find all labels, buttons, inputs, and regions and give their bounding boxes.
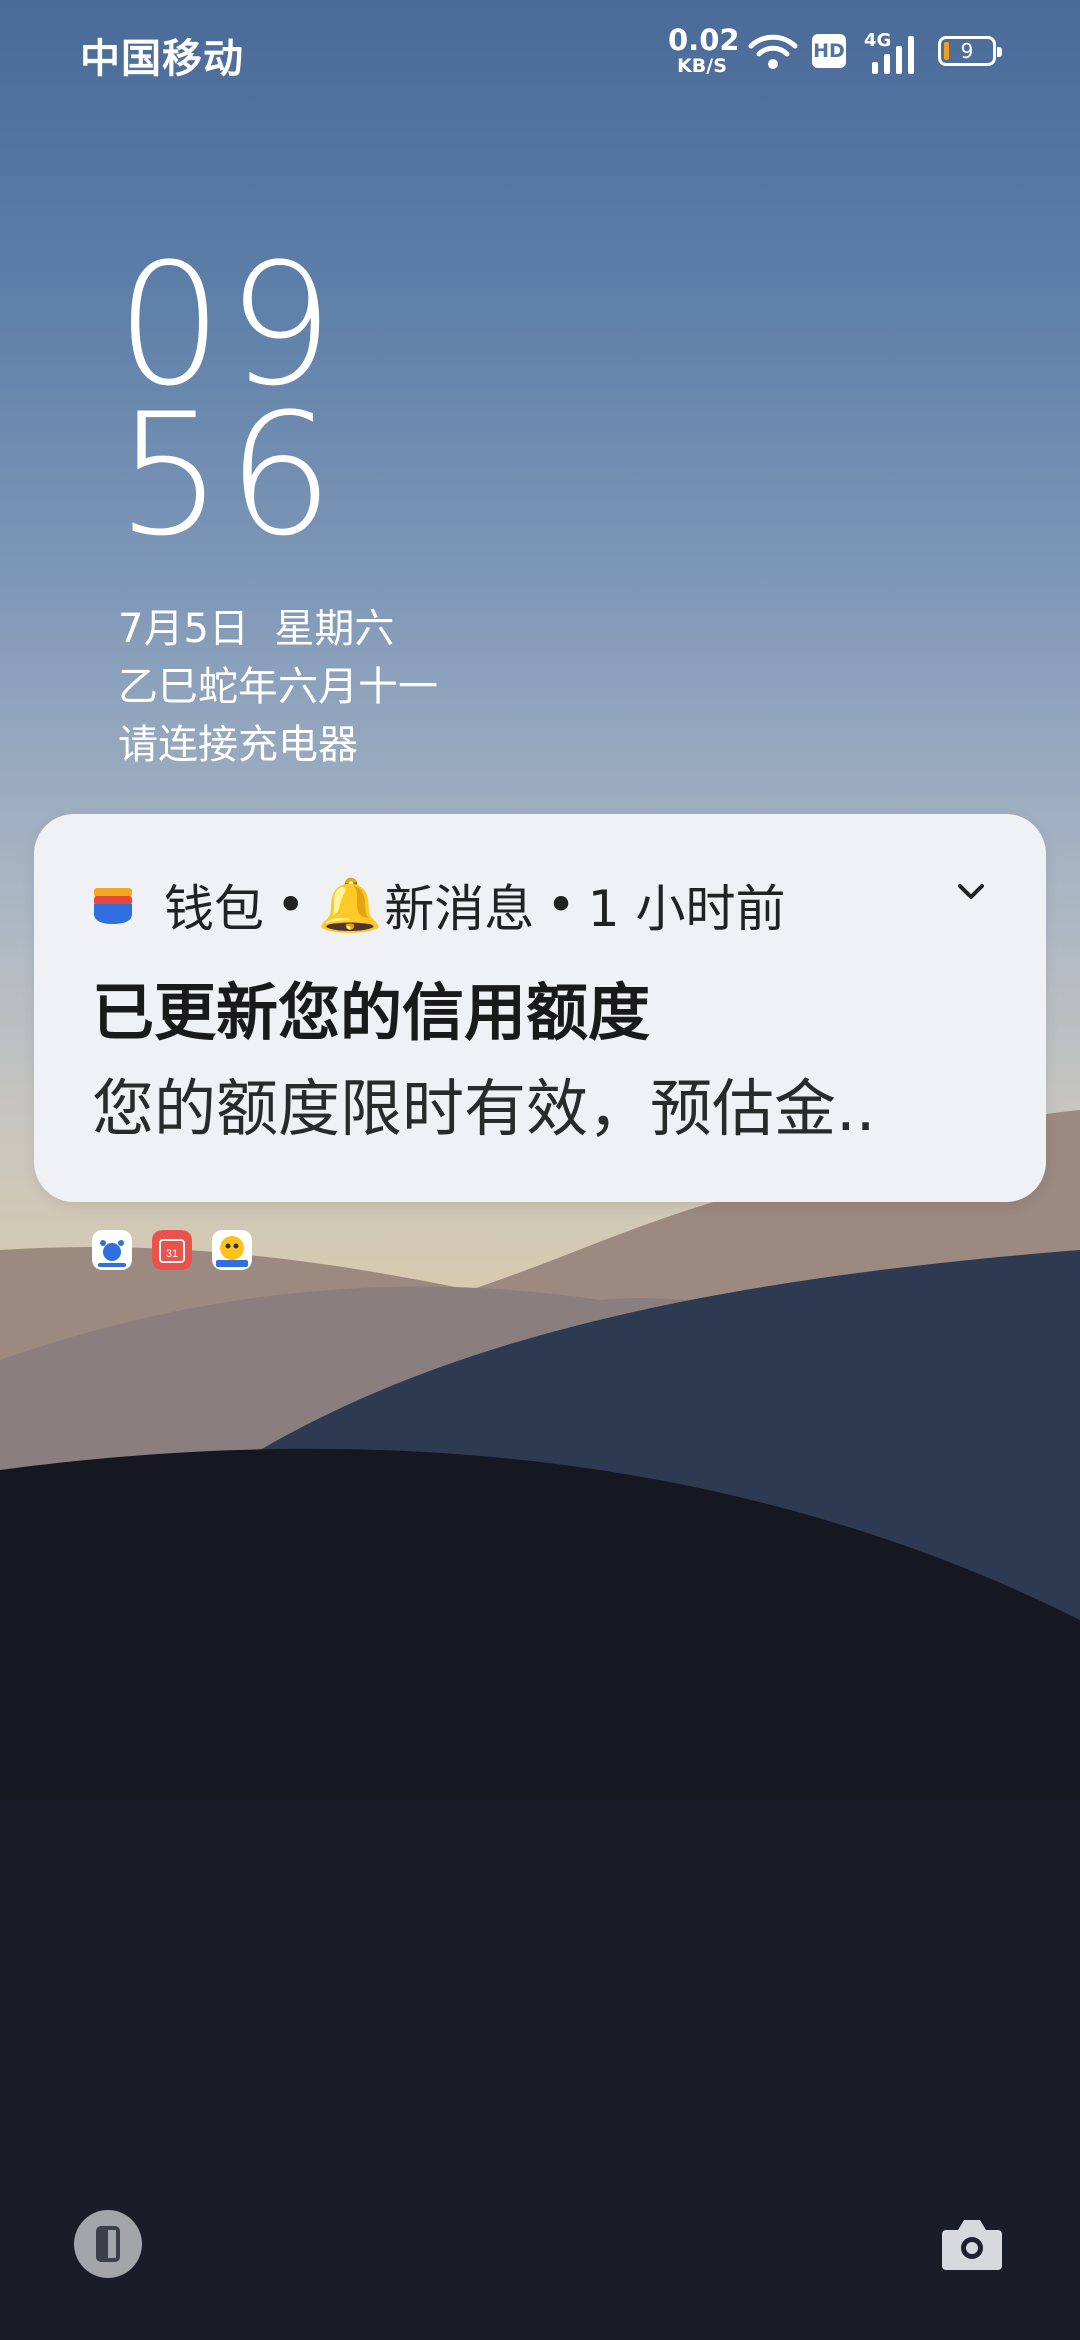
notification-category: 新消息	[384, 880, 535, 938]
network-speed-unit: KB/S	[677, 55, 727, 77]
header-separator: •	[276, 876, 306, 934]
lunar-date-label: 乙巳蛇年六月十一	[118, 664, 438, 710]
chevron-down-icon[interactable]	[956, 882, 986, 902]
date-info: 7月5日 星期六 乙巳蛇年六月十一 请连接充电器	[118, 600, 438, 774]
notification-app-icons: 31	[92, 1230, 252, 1270]
notification-time: 1 小时前	[587, 880, 786, 938]
charging-hint: 请连接充电器	[118, 722, 358, 768]
hd-icon: HD	[812, 34, 846, 68]
calendar-icon-day: 31	[166, 1248, 178, 1260]
notification-card[interactable]: 钱包 • 🔔 新消息 • 1 小时前 已更新您的信用额度 您的额度限时有效，预估…	[34, 814, 1046, 1202]
wifi-icon	[748, 34, 798, 69]
bell-icon: 🔔	[317, 875, 383, 936]
battery-level: 9	[960, 39, 974, 63]
calendar-icon[interactable]: 31	[152, 1230, 192, 1270]
signal-icon: 4G	[864, 30, 924, 74]
clock-minute: 56	[116, 377, 338, 573]
network-speed-value: 0.02	[668, 23, 740, 57]
carrier-label: 中国移动	[80, 36, 244, 82]
camera-icon[interactable]	[940, 2214, 1004, 2274]
battery-icon: 9	[938, 36, 1002, 66]
notification-app-name: 钱包	[164, 880, 264, 938]
baidu-icon[interactable]	[92, 1230, 132, 1270]
lock-screen: 中国移动 0.02 KB/S HD 4G 9 09 56 7月5日 星期六 乙巳…	[0, 0, 1080, 2340]
phone-shortcut[interactable]	[74, 2210, 142, 2278]
wallet-icon	[94, 888, 132, 924]
notification-title: 已更新您的信用额度	[92, 976, 651, 1049]
notification-body: 您的额度限时有效，预估金..	[92, 1072, 876, 1145]
network-speed: 0.02 KB/S	[668, 23, 740, 77]
lockscreen-clock: 09 56	[116, 241, 338, 573]
header-separator-2: •	[546, 876, 576, 934]
status-bar: 中国移动 0.02 KB/S HD 4G 9	[0, 0, 1080, 110]
notification-header: 钱包 • 🔔 新消息 • 1 小时前	[92, 870, 785, 940]
date-label: 7月5日 星期六	[118, 606, 395, 652]
video-app-icon[interactable]	[212, 1230, 252, 1270]
phone-icon	[96, 2226, 120, 2262]
